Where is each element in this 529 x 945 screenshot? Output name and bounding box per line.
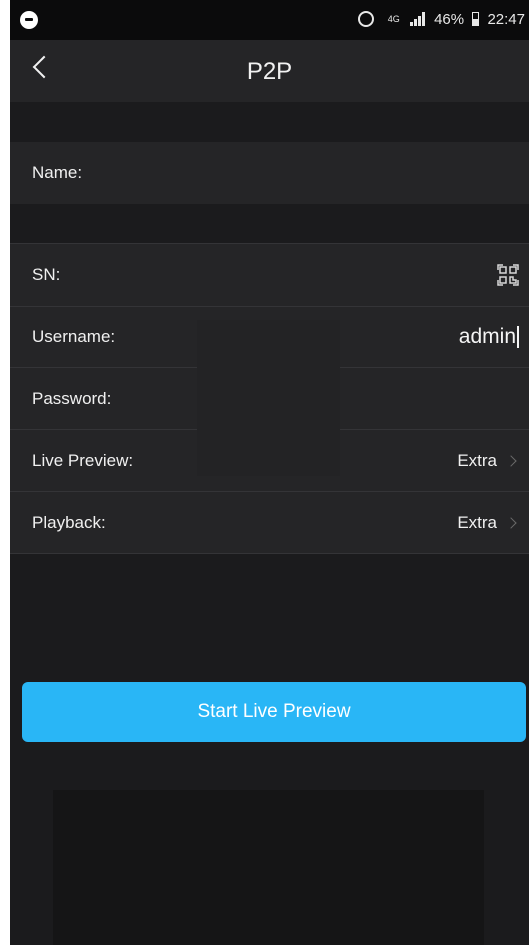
redacted-area [197,320,340,476]
divider [10,553,529,554]
sn-row[interactable]: SN: [10,244,529,306]
live-preview-label: Live Preview: [32,450,134,470]
username-input[interactable]: admin [459,325,519,349]
network-type: 4G [387,13,400,24]
battery-percent: 46% [434,10,465,28]
chevron-right-icon [505,454,517,467]
battery-icon [472,12,480,27]
qr-scan-icon[interactable] [497,264,519,286]
live-preview-value: Extra [457,450,497,470]
status-right-group: 4G 46% 22:47 [357,10,525,28]
playback-row[interactable]: Playback: Extra [10,492,529,553]
title-bar: P2P [10,40,529,102]
name-label: Name: [32,163,83,182]
name-row[interactable]: Name: [10,142,529,204]
password-label: Password: [32,388,112,408]
alarm-icon [357,11,374,28]
signal-icon [409,12,426,27]
section-spacer [10,102,529,142]
phone-screen: 4G 46% 22:47 P2P Name: SN: Username: adm… [10,0,529,945]
start-live-preview-button[interactable]: Start Live Preview [22,682,526,742]
line-app-icon [20,11,38,29]
text-cursor [517,326,519,349]
sn-label: SN: [32,265,61,284]
page-title: P2P [246,58,293,85]
section-spacer [10,204,529,244]
status-bar: 4G 46% 22:47 [10,0,529,40]
playback-value: Extra [457,512,497,532]
chevron-right-icon [505,516,517,529]
playback-label: Playback: [32,512,106,532]
preview-placeholder [53,790,484,945]
clock: 22:47 [487,10,525,28]
username-label: Username: [32,327,116,346]
username-text: admin [458,325,516,348]
